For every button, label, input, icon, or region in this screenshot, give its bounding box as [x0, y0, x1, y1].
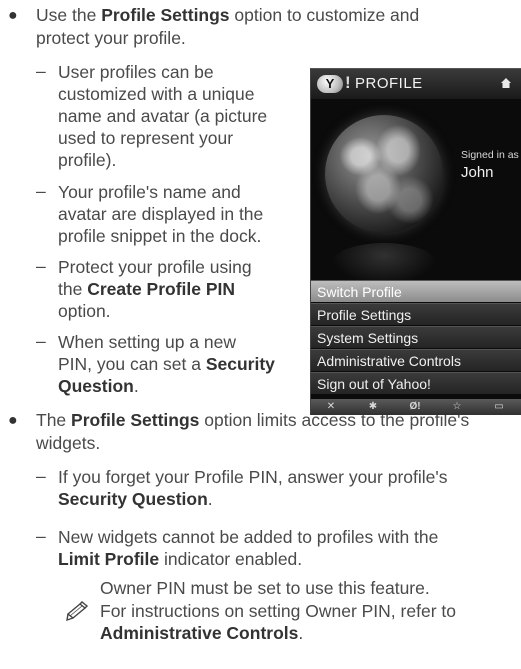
dash: – [36, 256, 46, 276]
dash: – [36, 466, 46, 486]
panel-title: PROFILE [355, 75, 423, 92]
dash: – [36, 526, 46, 546]
tv-profile-screenshot: Y ! PROFILE Signed in as John Switch Pro… [310, 68, 521, 415]
sub-item-3-line-1: Protect your profile using [58, 257, 252, 277]
sub-item-3-line-3: option. [58, 301, 111, 321]
sub-item-4-line-1: When setting up a new [58, 332, 237, 352]
note-line-3: Administrative Controls. [100, 622, 303, 644]
close-icon[interactable]: ✕ [321, 399, 341, 415]
sub-item-4-line-3: Question. [58, 375, 139, 397]
sub-item-1-line-3: name and avatar (a picture [58, 106, 268, 126]
sub2-item-1-line-1: If you forget your Profile PIN, answer y… [58, 467, 448, 487]
sub-item-2-line-2: avatar are displayed in the [58, 204, 264, 224]
bold-term: Profile Settings [101, 5, 230, 25]
menu-item-administrative-controls[interactable]: Administrative Controls [311, 349, 521, 371]
widget-icon[interactable]: ▭ [489, 399, 509, 415]
yahoo-logo: Y [317, 75, 343, 93]
bold-term: Create Profile PIN [87, 279, 236, 299]
bullet-1-line-2: protect your profile. [36, 28, 186, 48]
text: Use the [36, 5, 102, 25]
sub-item-2-line-1: Your profile's name and [58, 182, 241, 202]
panel-header: Y ! PROFILE [311, 69, 521, 99]
sub-item-1-line-5: profile). [58, 150, 117, 170]
sub2-item-2-line-1: New widgets cannot be added to profiles … [58, 527, 439, 547]
bold-term: Security Question [58, 489, 208, 509]
note-line-1: Owner PIN must be set to use this featur… [100, 578, 430, 598]
sub-item-1-line-2: customized with a unique [58, 84, 255, 104]
bullet-point: ● [8, 7, 18, 24]
bullet-1-line-1: Use the Profile Settings option to custo… [36, 4, 419, 26]
sub-item-1-line-1: User profiles can be [58, 62, 214, 82]
bold-term: Administrative Controls [100, 623, 299, 643]
yahoo-icon[interactable]: Ø! [405, 399, 425, 415]
sub-item-2-line-3: profile snippet in the dock. [58, 226, 262, 246]
bold-term: Profile Settings [71, 410, 200, 430]
text: the [58, 279, 88, 299]
sub-item-4-line-2: PIN, you can set a Security [58, 353, 275, 375]
sub-item-3-line-2: the Create Profile PIN [58, 278, 235, 300]
text: PIN, you can set a [58, 354, 206, 374]
dock-bar: ✕ ✱ Ø! ☆ ▭ [311, 399, 521, 415]
signed-in-label: Signed in as [461, 149, 519, 161]
home-icon[interactable] [500, 77, 512, 89]
sub-item-1-line-4: used to represent your [58, 128, 234, 148]
dash: – [36, 181, 46, 201]
user-name: John [461, 164, 494, 181]
menu-item-profile-settings[interactable]: Profile Settings [311, 303, 521, 325]
text: The [36, 410, 72, 430]
text: option to customize and [229, 5, 420, 25]
sub2-item-2-line-2: Limit Profile indicator enabled. [58, 548, 302, 570]
note-pencil-icon [66, 601, 89, 622]
dash: – [36, 331, 46, 351]
text: indicator enabled. [159, 549, 303, 569]
bullet-2-line-2: widgets. [36, 433, 101, 453]
bold-term: Limit Profile [58, 549, 160, 569]
dash: – [36, 61, 46, 81]
text: . [298, 623, 304, 643]
star-icon[interactable]: ☆ [447, 399, 467, 415]
menu-item-switch-profile[interactable]: Switch Profile [311, 280, 521, 302]
note-line-2: For instructions on setting Owner PIN, r… [100, 601, 456, 621]
avatar-reflection [331, 243, 437, 285]
avatar-globe [325, 115, 443, 233]
bold-term: Question [58, 376, 134, 396]
menu-item-sign-out[interactable]: Sign out of Yahoo! [311, 372, 521, 394]
text: . [207, 489, 213, 509]
sub2-item-1-line-2: Security Question. [58, 488, 213, 510]
menu-item-system-settings[interactable]: System Settings [311, 326, 521, 348]
bold-term: Security [205, 354, 275, 374]
gear-icon[interactable]: ✱ [363, 399, 383, 415]
text: . [133, 376, 139, 396]
yahoo-exclamation: ! [345, 73, 351, 92]
bullet-point: ● [8, 412, 18, 429]
